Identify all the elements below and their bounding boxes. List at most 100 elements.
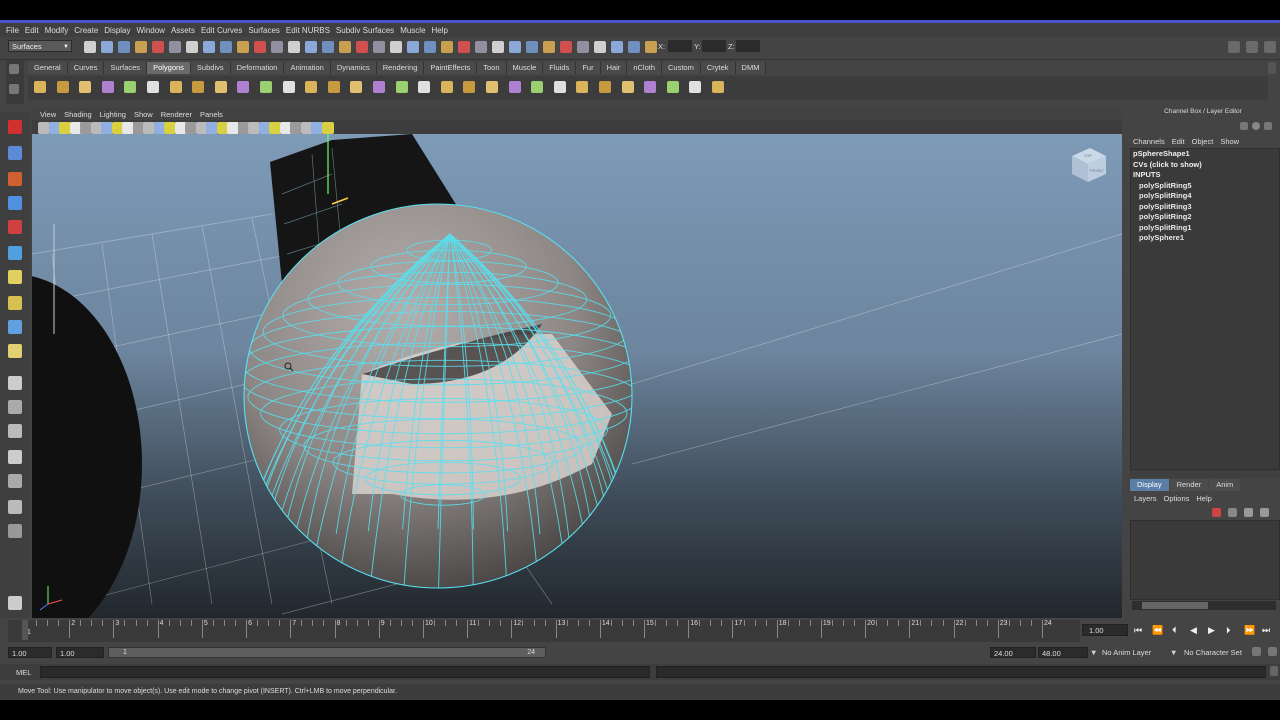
step-back-frame-icon[interactable]: ⏴	[1172, 625, 1177, 636]
shelf-scroll-icon[interactable]	[1268, 62, 1276, 74]
anim-layer-selector[interactable]: No Anim Layer	[1102, 648, 1151, 657]
status-tool-icon[interactable]	[220, 41, 232, 53]
x-field[interactable]	[668, 40, 692, 52]
tool-icon[interactable]	[8, 146, 22, 160]
shelf-polygon-tool-icon[interactable]	[576, 81, 589, 93]
status-tool-icon[interactable]	[560, 41, 572, 53]
command-input[interactable]	[40, 666, 650, 678]
layer-editor-icon[interactable]	[1252, 122, 1260, 130]
tab-dmm[interactable]: DMM	[735, 62, 767, 74]
layer-move-up-icon[interactable]	[1244, 508, 1253, 517]
object-name[interactable]: pSphereShape1	[1131, 149, 1279, 160]
shelf-polygon-tool-icon[interactable]	[56, 81, 69, 93]
shelf-polygon-tool-icon[interactable]	[644, 81, 657, 93]
status-tool-icon[interactable]	[475, 41, 487, 53]
step-forward-frame-icon[interactable]: ⏵	[1226, 625, 1231, 636]
perspective-viewport[interactable]: TOP FRONT	[32, 134, 1122, 618]
status-tool-icon[interactable]	[424, 41, 436, 53]
status-tool-icon[interactable]	[339, 41, 351, 53]
panels-menu[interactable]: Panels	[200, 110, 223, 119]
status-tool-icon[interactable]	[492, 41, 504, 53]
input-node[interactable]: polySplitRing1	[1131, 223, 1279, 234]
status-tool-icon[interactable]	[135, 41, 147, 53]
shelf-polygon-tool-icon[interactable]	[553, 81, 566, 93]
tool-icon[interactable]	[8, 296, 22, 310]
tool-icon[interactable]	[8, 424, 22, 438]
gear-icon[interactable]	[9, 64, 19, 74]
tab-animation[interactable]: Animation	[284, 62, 331, 74]
status-tool-icon[interactable]	[152, 41, 164, 53]
tool-icon[interactable]	[8, 400, 22, 414]
tool-icon[interactable]	[8, 500, 22, 514]
status-tool-icon[interactable]	[322, 41, 334, 53]
input-node[interactable]: polySplitRing3	[1131, 202, 1279, 213]
status-tool-icon[interactable]	[509, 41, 521, 53]
status-tool-icon[interactable]	[458, 41, 470, 53]
end-time-field[interactable]: 48.00	[1038, 647, 1088, 658]
status-tool-icon[interactable]	[101, 41, 113, 53]
menu-subdiv-surfaces[interactable]: Subdiv Surfaces	[336, 26, 394, 35]
tab-muscle[interactable]: Muscle	[506, 62, 544, 74]
tab-render[interactable]: Render	[1169, 479, 1209, 491]
menu-muscle[interactable]: Muscle	[400, 26, 425, 35]
chevron-down-icon[interactable]: ▼	[1170, 648, 1177, 657]
shelf-menu-icon[interactable]	[9, 84, 19, 94]
tool-icon[interactable]	[8, 172, 22, 186]
range-bar[interactable]: 1 24	[108, 647, 546, 658]
status-tool-icon[interactable]	[628, 41, 640, 53]
input-node[interactable]: polySphere1	[1131, 233, 1279, 244]
status-tool-icon[interactable]	[169, 41, 181, 53]
shelf-polygon-tool-icon[interactable]	[169, 81, 182, 93]
shelf-polygon-tool-icon[interactable]	[689, 81, 702, 93]
go-to-start-icon[interactable]: ⏮	[1134, 625, 1142, 636]
tool-icon[interactable]	[8, 596, 22, 610]
tool-icon[interactable]	[8, 246, 22, 260]
cvs-toggle[interactable]: CVs (click to show)	[1131, 160, 1279, 171]
current-frame-field[interactable]: 1.00	[1082, 624, 1128, 636]
tab-deformation[interactable]: Deformation	[230, 62, 285, 74]
shelf-polygon-tool-icon[interactable]	[486, 81, 498, 93]
show-menu-cb[interactable]: Show	[1220, 137, 1239, 146]
panel-divider[interactable]	[1130, 470, 1280, 478]
tab-painteffects[interactable]: PaintEffects	[424, 62, 478, 74]
menu-surfaces[interactable]: Surfaces	[248, 26, 280, 35]
status-tool-icon[interactable]	[288, 41, 300, 53]
shelf-polygon-tool-icon[interactable]	[373, 81, 385, 93]
tab-dynamics[interactable]: Dynamics	[330, 62, 377, 74]
tab-subdivs[interactable]: Subdivs	[190, 62, 231, 74]
tool-icon[interactable]	[8, 344, 22, 358]
shading-menu[interactable]: Shading	[64, 110, 92, 119]
input-node[interactable]: polySplitRing4	[1131, 191, 1279, 202]
shelf-polygon-tool-icon[interactable]	[79, 81, 92, 93]
shelf-polygon-tool-icon[interactable]	[327, 81, 340, 93]
tab-general[interactable]: General	[28, 62, 68, 74]
menu-edit-curves[interactable]: Edit Curves	[201, 26, 242, 35]
status-tool-icon[interactable]	[373, 41, 385, 53]
options-menu[interactable]: Options	[1164, 494, 1190, 503]
step-back-key-icon[interactable]: ⏪	[1152, 625, 1163, 636]
status-tool-icon[interactable]	[577, 41, 589, 53]
status-tool-icon[interactable]	[526, 41, 538, 53]
panel-icon[interactable]	[1264, 122, 1272, 130]
tab-hair[interactable]: Hair	[600, 62, 628, 74]
tab-rendering[interactable]: Rendering	[376, 62, 425, 74]
viewport-toggle-icon[interactable]	[321, 122, 334, 134]
shelf-polygon-tool-icon[interactable]	[418, 81, 431, 93]
shelf-polygon-tool-icon[interactable]	[666, 81, 679, 93]
attribute-editor-icon[interactable]	[1228, 41, 1240, 53]
shelf-polygon-tool-icon[interactable]	[531, 81, 544, 93]
tab-ncloth[interactable]: nCloth	[627, 62, 663, 74]
tool-icon[interactable]	[8, 524, 22, 538]
edit-menu[interactable]: Edit	[1172, 137, 1185, 146]
tab-fur[interactable]: Fur	[576, 62, 601, 74]
tool-icon[interactable]	[8, 270, 22, 284]
status-tool-icon[interactable]	[186, 41, 198, 53]
playback-end-field[interactable]: 24.00	[990, 647, 1036, 658]
status-tool-icon[interactable]	[407, 41, 419, 53]
shelf-polygon-tool-icon[interactable]	[214, 81, 227, 93]
channel-box-toggle-icon[interactable]	[1264, 41, 1276, 53]
playback-start-field[interactable]: 1.00	[56, 647, 104, 658]
status-tool-icon[interactable]	[441, 41, 453, 53]
shelf-polygon-tool-icon[interactable]	[305, 81, 318, 93]
menu-create[interactable]: Create	[74, 26, 98, 35]
